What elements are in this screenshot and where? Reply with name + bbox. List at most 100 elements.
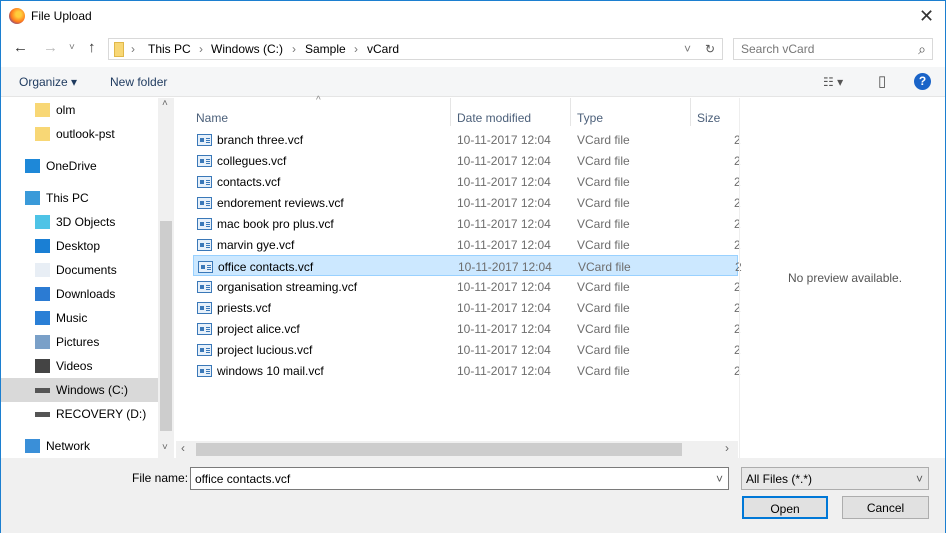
file-row[interactable]: mac book pro plus.vcf 10-11-2017 12:04 V… <box>193 213 741 234</box>
sidebar-item-label: Windows (C:) <box>56 383 129 397</box>
refresh-button[interactable]: ↻ <box>705 42 715 56</box>
sidebar-item-label: Documents <box>56 263 117 277</box>
file-name: windows 10 mail.vcf <box>217 364 324 378</box>
breadcrumb-windows-c[interactable]: Windows (C:) <box>211 42 283 56</box>
sidebar-item-label: Downloads <box>56 287 116 301</box>
sidebar-item-recovery-d[interactable]: RECOVERY (D:) <box>1 402 158 426</box>
horizontal-scroll-thumb[interactable] <box>196 443 682 456</box>
file-row[interactable]: office contacts.vcf 10-11-2017 12:04 VCa… <box>193 255 742 276</box>
sidebar-item-label: Pictures <box>56 335 100 349</box>
preview-pane-button[interactable]: ▯ <box>878 72 886 90</box>
sidebar-item-label: Videos <box>56 359 93 373</box>
file-name-value: office contacts.vcf <box>195 472 291 486</box>
up-button[interactable]: ↑ <box>88 39 96 56</box>
file-row[interactable]: branch three.vcf 10-11-2017 12:04 VCard … <box>193 129 741 150</box>
column-header-date[interactable]: Date modified <box>457 111 531 125</box>
search-input[interactable]: Search vCard ⌕ <box>733 38 933 60</box>
file-type: VCard file <box>577 133 630 147</box>
computer-icon <box>25 191 40 205</box>
sidebar-item-this-pc[interactable]: This PC <box>1 186 158 210</box>
file-type: VCard file <box>577 175 630 189</box>
music-icon <box>35 311 50 325</box>
file-name: organisation streaming.vcf <box>217 280 358 294</box>
drive-icon <box>35 411 50 417</box>
sidebar-item-pictures[interactable]: Pictures <box>1 330 158 354</box>
file-name-input[interactable]: office contacts.vcf ˅ <box>190 467 729 490</box>
column-header-name[interactable]: Name <box>196 111 228 125</box>
scroll-down-button[interactable]: ˅ <box>162 442 168 453</box>
vcard-file-icon <box>197 365 212 377</box>
recent-locations-button[interactable]: ˅ <box>69 42 75 53</box>
open-button[interactable]: Open <box>742 496 828 519</box>
file-name: endorement reviews.vcf <box>217 196 344 210</box>
file-name: marvin gye.vcf <box>217 238 295 252</box>
sidebar-item-outlook-pst[interactable]: outlook-pst <box>1 122 158 146</box>
window-title: File Upload <box>31 9 92 23</box>
forward-button[interactable]: → <box>43 39 58 56</box>
file-row[interactable]: organisation streaming.vcf 10-11-2017 12… <box>193 276 741 297</box>
toolbar: Organize ▾ New folder ☷ ▾ ▯ ? <box>1 67 945 97</box>
vcard-file-icon <box>197 197 212 209</box>
file-row[interactable]: project alice.vcf 10-11-2017 12:04 VCard… <box>193 318 741 339</box>
sidebar-item-label: Network <box>46 439 91 453</box>
new-folder-button[interactable]: New folder <box>110 75 167 89</box>
file-row[interactable]: priests.vcf 10-11-2017 12:04 VCard file … <box>193 297 741 318</box>
download-icon <box>35 287 50 301</box>
sidebar-item-videos[interactable]: Videos <box>1 354 158 378</box>
folder-icon <box>114 42 124 57</box>
vcard-file-icon <box>197 134 212 146</box>
help-button[interactable]: ? <box>914 73 931 90</box>
sidebar-item-onedrive[interactable]: OneDrive <box>1 154 158 178</box>
organize-button[interactable]: Organize ▾ <box>19 75 77 89</box>
vcard-file-icon <box>197 218 212 230</box>
file-date: 10-11-2017 12:04 <box>457 196 551 210</box>
file-name: branch three.vcf <box>217 133 304 147</box>
sidebar-item-3d-objects[interactable]: 3D Objects <box>1 210 158 234</box>
file-name: project alice.vcf <box>217 322 300 336</box>
column-header-type[interactable]: Type <box>577 111 603 125</box>
column-header-size[interactable]: Size <box>697 111 720 125</box>
file-date: 10-11-2017 12:04 <box>457 238 551 252</box>
document-icon <box>35 263 50 277</box>
back-button[interactable]: ← <box>13 39 28 56</box>
cube-icon <box>35 215 50 229</box>
vcard-file-icon <box>197 323 212 335</box>
sidebar-item-network[interactable]: Network <box>1 434 158 458</box>
file-row[interactable]: project lucious.vcf 10-11-2017 12:04 VCa… <box>193 339 741 360</box>
sidebar-item-downloads[interactable]: Downloads <box>1 282 158 306</box>
close-button[interactable]: ✕ <box>919 6 934 27</box>
file-date: 10-11-2017 12:04 <box>457 364 551 378</box>
sidebar-item-windows-c[interactable]: Windows (C:) <box>1 378 158 402</box>
scroll-up-button[interactable]: ˄ <box>162 98 168 109</box>
sidebar-item-desktop[interactable]: Desktop <box>1 234 158 258</box>
file-row[interactable]: collegues.vcf 10-11-2017 12:04 VCard fil… <box>193 150 741 171</box>
address-dropdown[interactable]: ˅ <box>684 42 691 56</box>
cancel-button[interactable]: Cancel <box>842 496 929 519</box>
sidebar-scroll-thumb[interactable] <box>160 221 172 431</box>
firefox-icon <box>9 8 25 24</box>
sidebar-item-olm[interactable]: olm <box>1 98 158 122</box>
scroll-right-button[interactable]: › <box>725 441 729 455</box>
pictures-icon <box>35 335 50 349</box>
file-name-dropdown[interactable]: ˅ <box>716 472 723 486</box>
breadcrumb-vcard[interactable]: vCard <box>367 42 399 56</box>
file-row[interactable]: windows 10 mail.vcf 10-11-2017 12:04 VCa… <box>193 360 741 381</box>
address-bar[interactable]: › This PC › Windows (C:) › Sample › vCar… <box>108 38 723 60</box>
sidebar-item-label: Music <box>56 311 88 325</box>
file-date: 10-11-2017 12:04 <box>457 280 551 294</box>
scroll-left-button[interactable]: ‹ <box>181 441 185 455</box>
breadcrumb-this-pc[interactable]: This PC <box>148 42 191 56</box>
sidebar-item-documents[interactable]: Documents <box>1 258 158 282</box>
cloud-icon <box>25 159 40 173</box>
file-row[interactable]: contacts.vcf 10-11-2017 12:04 VCard file… <box>193 171 741 192</box>
folder-icon <box>35 127 50 141</box>
desktop-icon <box>35 239 50 253</box>
file-row[interactable]: endorement reviews.vcf 10-11-2017 12:04 … <box>193 192 741 213</box>
file-row[interactable]: marvin gye.vcf 10-11-2017 12:04 VCard fi… <box>193 234 741 255</box>
sidebar-item-label: RECOVERY (D:) <box>56 407 147 421</box>
sidebar-item-music[interactable]: Music <box>1 306 158 330</box>
vcard-file-icon <box>197 239 212 251</box>
breadcrumb-sample[interactable]: Sample <box>305 42 346 56</box>
view-options-button[interactable]: ☷ ▾ <box>823 75 843 89</box>
file-type-select[interactable]: All Files (*.*) ˅ <box>741 467 929 490</box>
